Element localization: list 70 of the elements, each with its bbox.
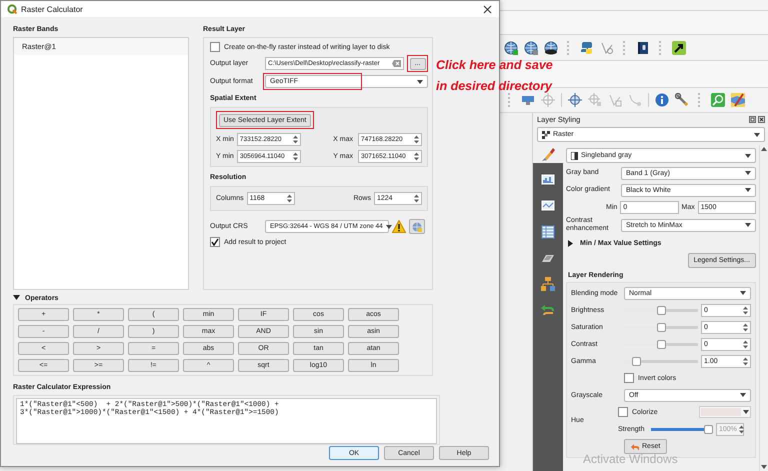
globe-icon[interactable] (544, 40, 558, 54)
book-icon[interactable] (636, 40, 650, 54)
spin-arrows-icon (743, 356, 748, 366)
globe-icon (412, 222, 422, 232)
caret-icon (743, 410, 749, 414)
spin-arrows-icon (743, 340, 748, 348)
checkbox[interactable] (210, 42, 220, 52)
gradient-icon (571, 152, 578, 160)
caret-icon (754, 132, 760, 136)
undo-icon (631, 442, 639, 450)
caret-icon (745, 154, 751, 158)
paintbrush-icon (541, 147, 555, 161)
expander-icon[interactable] (568, 240, 574, 246)
spin-arrows-icon (292, 135, 298, 144)
caret-icon (745, 188, 751, 192)
crs-button[interactable] (409, 219, 425, 234)
crosshair-icon[interactable] (568, 93, 582, 107)
close-icon[interactable] (758, 116, 765, 123)
sidebar-tab[interactable] (533, 145, 563, 163)
caret-icon (740, 393, 746, 397)
caret-icon (386, 224, 392, 228)
globe-icon[interactable] (504, 40, 518, 54)
vertex-tool-icon[interactable] (600, 40, 614, 54)
globe-icon[interactable] (524, 40, 538, 54)
annotation-text: Click here and save in desired directory (436, 57, 553, 95)
node-tool-icon[interactable] (628, 93, 642, 107)
spin-arrows-icon (743, 306, 748, 314)
info-icon[interactable] (655, 93, 669, 107)
warning-icon (392, 220, 406, 233)
clear-icon[interactable] (392, 60, 401, 67)
histogram-icon (541, 173, 555, 187)
spin-arrows-icon (286, 194, 292, 203)
checkbox[interactable] (210, 237, 220, 247)
spin-arrows-icon (414, 152, 419, 161)
zoom-icon[interactable] (711, 93, 725, 107)
scroll-down-icon (761, 465, 767, 469)
undock-icon[interactable] (749, 116, 756, 123)
hierarchy-icon (541, 277, 555, 291)
caret-icon (745, 171, 751, 175)
display-icon[interactable] (521, 93, 535, 107)
system-notice: Activate Windows (583, 452, 678, 466)
expander-icon[interactable] (13, 295, 20, 301)
slider-handle[interactable] (656, 322, 666, 332)
arrow-icon[interactable] (672, 40, 686, 54)
spin-arrows-icon (738, 424, 744, 434)
spin-arrows-icon (743, 322, 748, 332)
logo-icon (7, 4, 17, 14)
spin-arrows-icon (292, 152, 298, 161)
table-icon (541, 225, 555, 239)
raster-layer-icon (542, 130, 550, 138)
spin-arrows-icon (414, 135, 419, 144)
python-icon[interactable] (580, 40, 594, 54)
map-icon[interactable] (731, 93, 745, 107)
checkbox[interactable] (624, 373, 634, 383)
chart-icon (541, 199, 555, 213)
checkbox[interactable] (618, 407, 628, 417)
close-icon[interactable] (483, 4, 492, 14)
caret-icon (745, 223, 751, 227)
slider-handle[interactable] (632, 356, 642, 366)
caret-icon (740, 291, 746, 295)
slider-handle[interactable] (656, 340, 666, 348)
wrench-icon[interactable] (675, 93, 689, 107)
undo-redo-icon (541, 303, 555, 317)
window-title: Raster Calculator (21, 4, 83, 14)
color-button[interactable] (699, 406, 751, 418)
spin-arrows-icon (414, 194, 419, 203)
slider-handle[interactable] (656, 306, 666, 314)
caret-icon (417, 80, 423, 84)
scrollbar[interactable] (759, 145, 768, 471)
scroll-up-icon (761, 147, 767, 151)
